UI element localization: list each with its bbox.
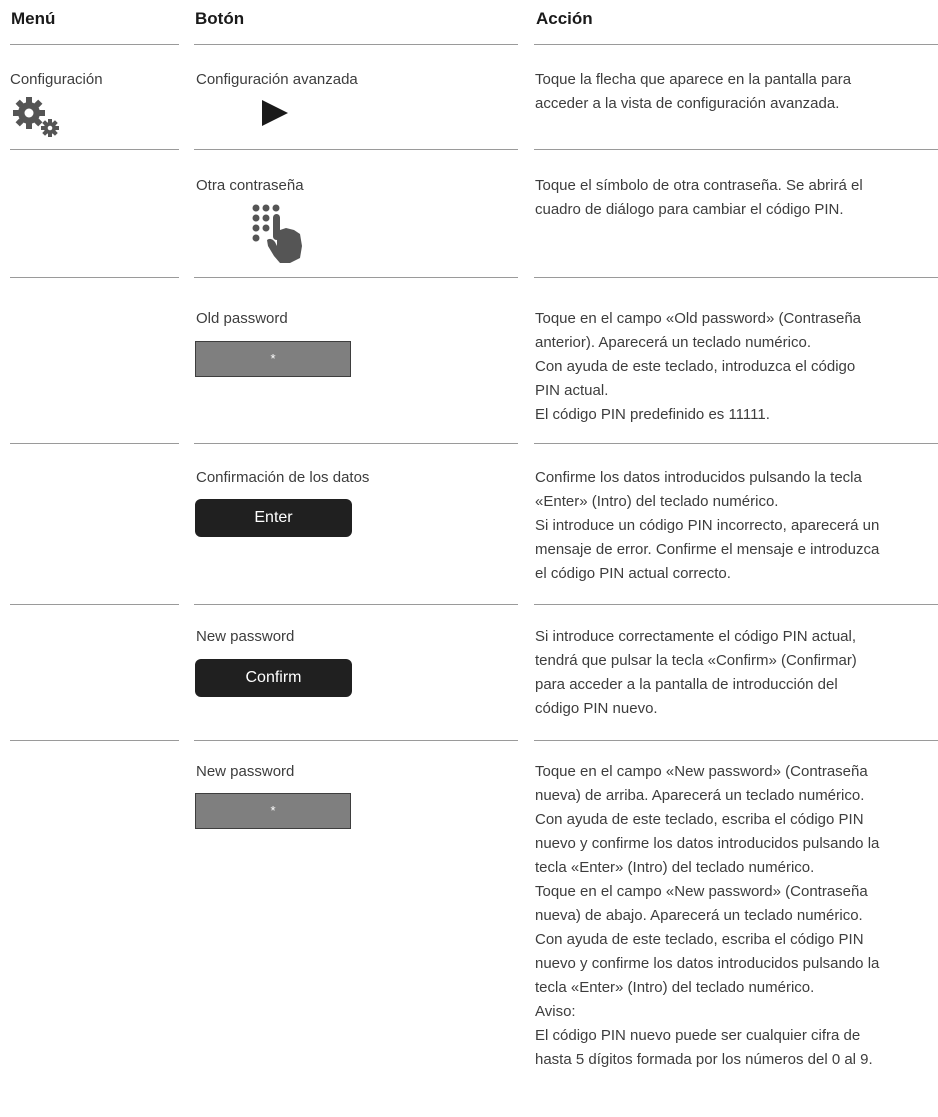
button-new-password-field: New password (196, 763, 295, 780)
row-divider (534, 740, 938, 741)
row-divider (194, 740, 518, 741)
row-divider (194, 604, 518, 605)
row-divider (194, 277, 518, 278)
button-otra-contrasena: Otra contraseña (196, 177, 304, 194)
row-divider (534, 277, 938, 278)
row-divider (534, 149, 938, 150)
keypad-hand-icon[interactable] (250, 202, 306, 264)
action-configuracion-avanzada: Toque la flecha que aparece en la pantal… (535, 71, 852, 112)
row-divider (534, 443, 938, 444)
header-divider-button (194, 44, 518, 45)
gears-icon (13, 97, 59, 137)
row-divider (10, 277, 179, 278)
action-old-password: Toque en el campo «Old password» (Contra… (535, 310, 862, 423)
new-password-field[interactable]: * (195, 793, 351, 829)
row-divider (10, 443, 179, 444)
header-divider-action (534, 44, 938, 45)
action-confirmacion-datos: Confirme los datos introducidos pulsando… (535, 469, 880, 582)
button-new-password-confirm: New password (196, 628, 295, 645)
button-old-password: Old password (196, 310, 288, 327)
play-arrow-icon[interactable] (260, 98, 290, 128)
row-divider (194, 443, 518, 444)
button-confirmacion-datos: Confirmación de los datos (196, 469, 370, 486)
row-divider (534, 604, 938, 605)
row-divider (194, 149, 518, 150)
action-new-password-field: Toque en el campo «New password» (Contra… (535, 763, 880, 1068)
header-action: Acción (536, 9, 593, 28)
header-menu: Menú (11, 9, 56, 28)
button-configuracion-avanzada: Configuración avanzada (196, 71, 358, 88)
confirm-button[interactable]: Confirm (195, 659, 352, 697)
row-divider (10, 604, 179, 605)
action-new-password-confirm: Si introduce correctamente el código PIN… (535, 628, 857, 717)
enter-button[interactable]: Enter (195, 499, 352, 537)
action-otra-contrasena: Toque el símbolo de otra contraseña. Se … (535, 177, 863, 218)
old-password-field[interactable]: * (195, 341, 351, 377)
row-divider (10, 740, 179, 741)
header-divider-menu (10, 44, 179, 45)
header-button: Botón (195, 9, 245, 28)
row-divider (10, 149, 179, 150)
menu-configuracion: Configuración (10, 71, 103, 88)
